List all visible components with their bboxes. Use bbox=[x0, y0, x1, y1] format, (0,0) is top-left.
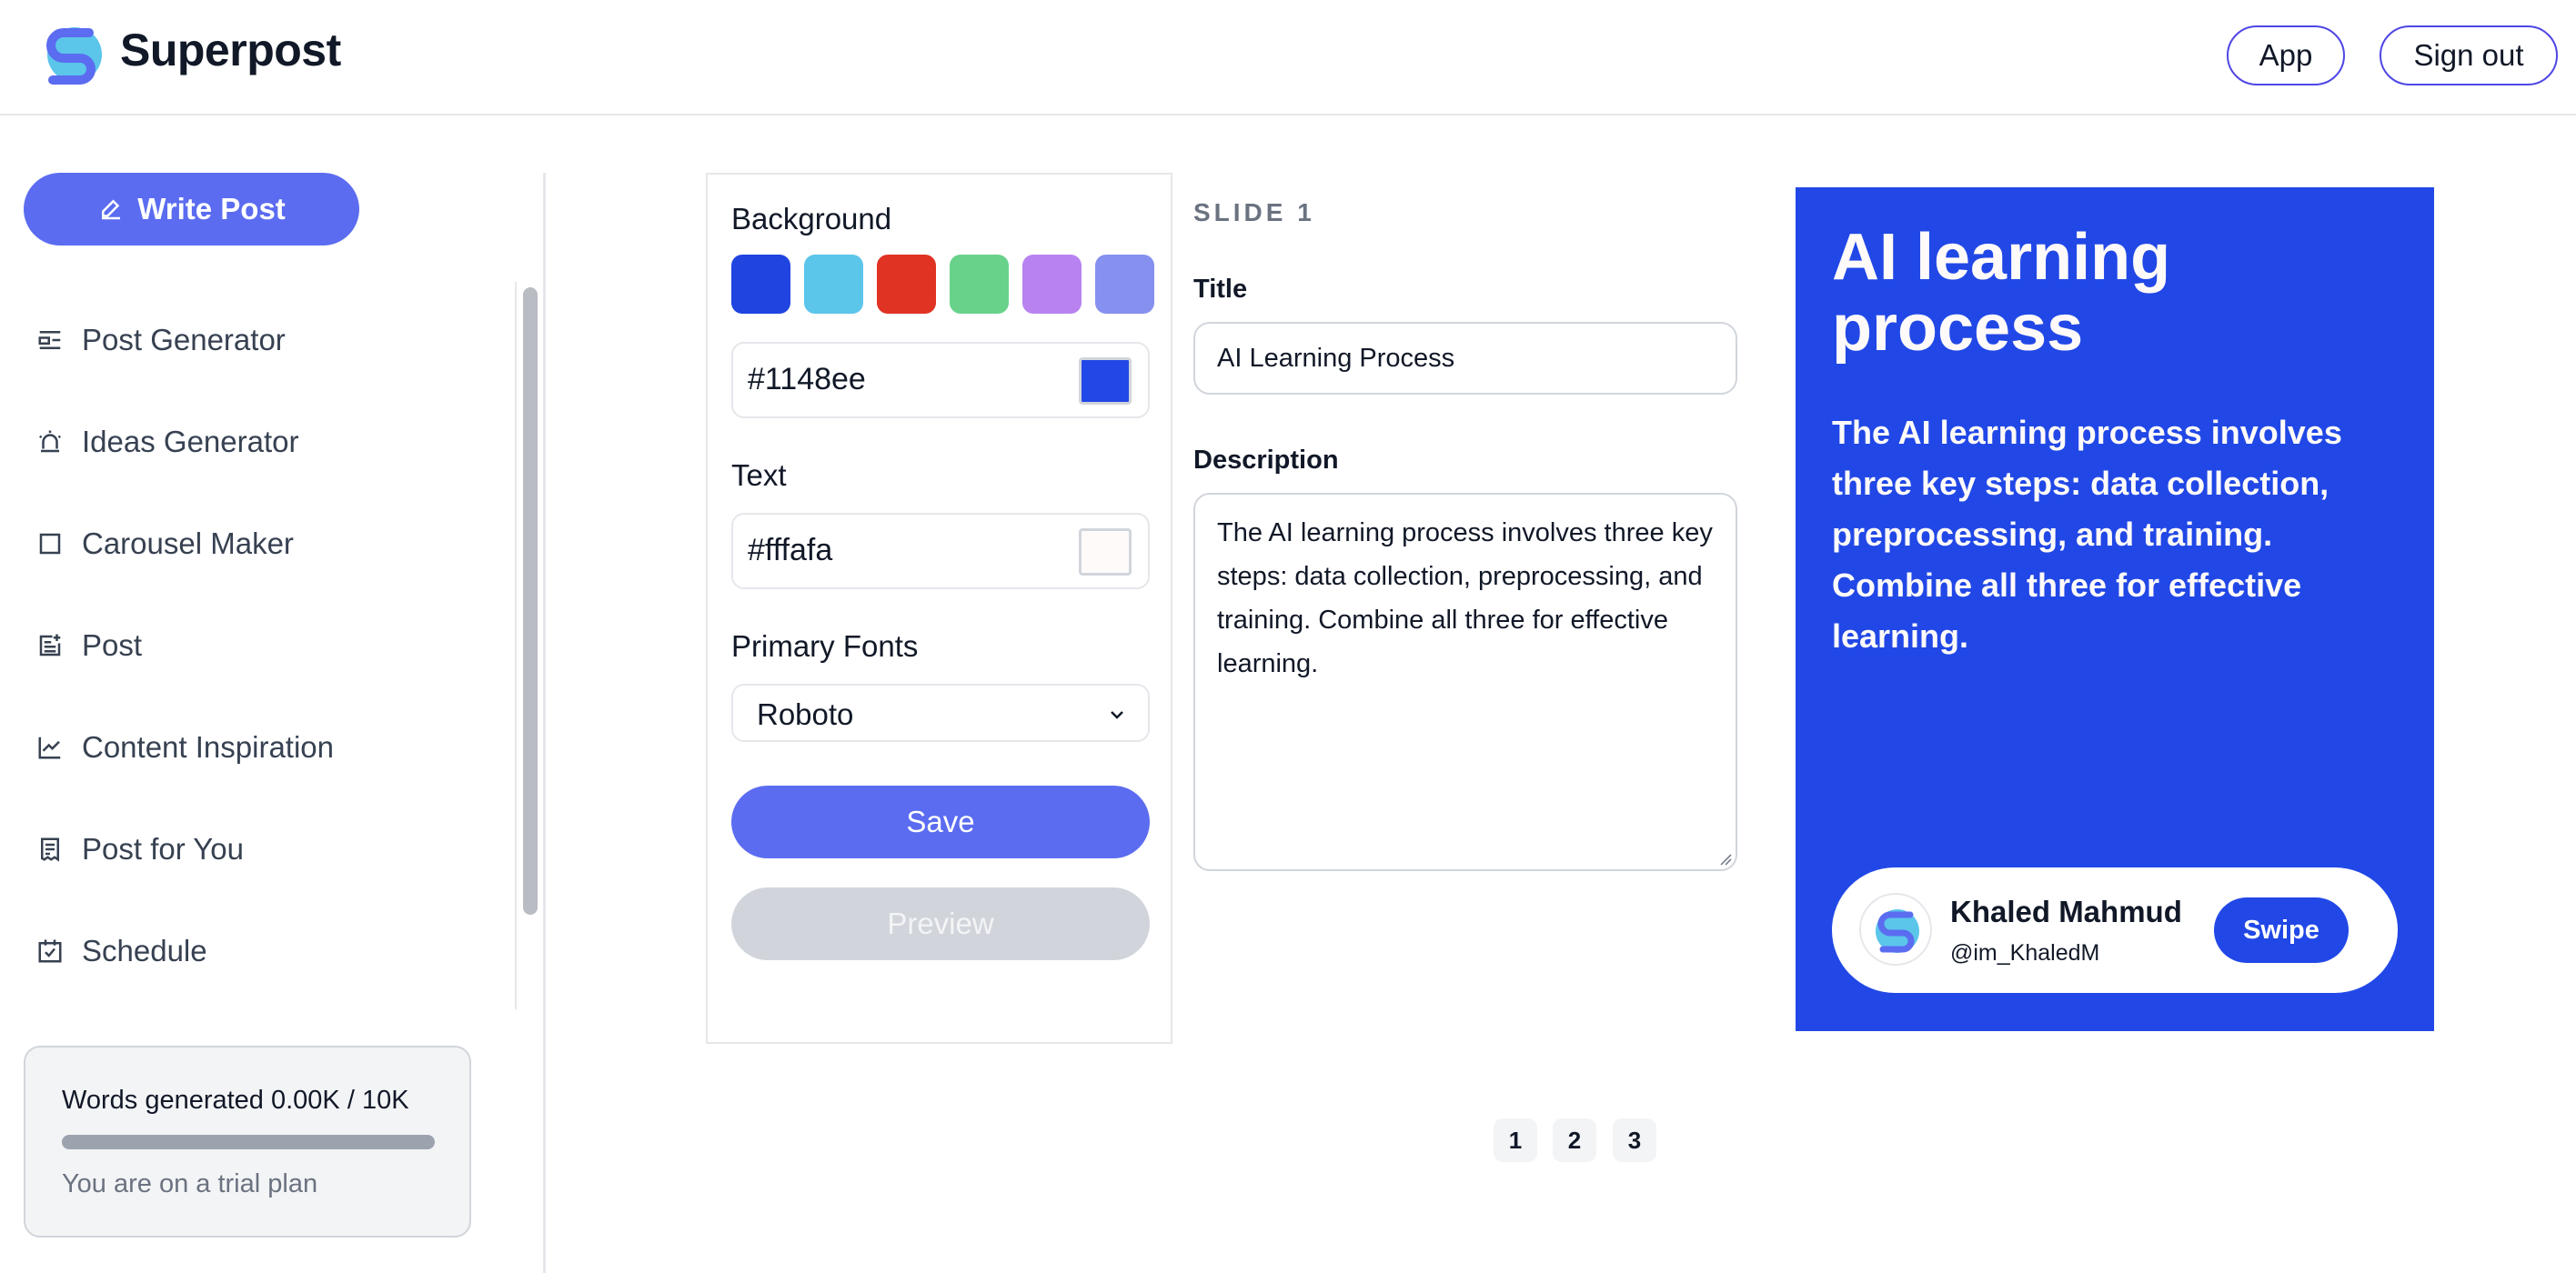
sidebar-item-schedule[interactable]: Schedule bbox=[36, 924, 207, 978]
receipt-icon bbox=[41, 837, 59, 862]
swatch-periwinkle[interactable] bbox=[1095, 255, 1154, 314]
slide-description: The AI learning process involves three k… bbox=[1832, 414, 2342, 655]
write-post-button[interactable]: Write Post bbox=[24, 173, 359, 246]
title-input-value[interactable]: AI Learning Process bbox=[1217, 344, 1454, 374]
background-color-picker[interactable] bbox=[1079, 357, 1132, 405]
slide-title: AI learning process bbox=[1832, 221, 2171, 365]
trial-plan-text: You are on a trial plan bbox=[62, 1169, 318, 1198]
brand-name: Superpost bbox=[120, 25, 341, 75]
calendar-check-icon bbox=[38, 939, 62, 963]
save-button[interactable]: Save bbox=[731, 786, 1150, 858]
superpost-logo-icon bbox=[1876, 909, 1919, 953]
author-card: Khaled Mahmud @im_KhaledM Swipe bbox=[1832, 867, 2398, 993]
words-generated-text: Words generated 0.00K / 10K bbox=[62, 1086, 409, 1115]
app-button[interactable]: App bbox=[2227, 25, 2345, 85]
title-label: Title bbox=[1193, 275, 1248, 304]
page-3-button[interactable]: 3 bbox=[1613, 1118, 1656, 1162]
sidebar-divider bbox=[543, 173, 546, 1273]
sidebar-item-label: Post bbox=[82, 628, 143, 662]
post-add-icon bbox=[39, 634, 61, 657]
sidebar-item-label: Post Generator bbox=[82, 323, 286, 356]
text-color-field[interactable]: #fffafa bbox=[731, 513, 1150, 589]
description-label: Description bbox=[1193, 446, 1339, 475]
background-color-value[interactable]: #1148ee bbox=[748, 362, 866, 397]
swatch-light-blue[interactable] bbox=[804, 255, 863, 314]
chevron-down-icon bbox=[1111, 711, 1123, 719]
usage-card: Words generated 0.00K / 10K You are on a… bbox=[24, 1046, 471, 1238]
write-post-label: Write Post bbox=[137, 192, 286, 226]
sidebar-item-label: Ideas Generator bbox=[82, 425, 299, 458]
swipe-button[interactable]: Swipe bbox=[2214, 897, 2349, 963]
sidebar-item-ideas-generator[interactable]: Ideas Generator bbox=[36, 415, 298, 469]
top-header: Superpost App Sign out bbox=[0, 0, 2576, 115]
sidebar-scrollbar-thumb[interactable] bbox=[523, 287, 538, 915]
background-color-field[interactable]: #1148ee bbox=[731, 342, 1150, 418]
avatar bbox=[1859, 893, 1932, 966]
alarm-light-icon bbox=[39, 430, 61, 453]
background-swatches bbox=[731, 255, 1154, 314]
page-2-button[interactable]: 2 bbox=[1553, 1118, 1596, 1162]
text-color-label: Text bbox=[731, 458, 787, 492]
swatch-red[interactable] bbox=[877, 255, 936, 314]
background-label: Background bbox=[731, 202, 892, 236]
superpost-logo[interactable] bbox=[40, 20, 107, 89]
page-1-button[interactable]: 1 bbox=[1494, 1118, 1537, 1162]
sidebar-item-label: Post for You bbox=[82, 832, 244, 866]
preview-button[interactable]: Preview bbox=[731, 887, 1150, 960]
pencil-icon bbox=[102, 199, 121, 220]
resize-handle-icon[interactable] bbox=[1719, 853, 1732, 866]
square-icon bbox=[39, 533, 61, 555]
text-color-value[interactable]: #fffafa bbox=[748, 533, 832, 568]
description-textarea[interactable]: The AI learning process involves three k… bbox=[1193, 493, 1737, 871]
slide-number-label: SLIDE 1 bbox=[1193, 198, 1315, 226]
sidebar-item-post-for-you[interactable]: Post for You bbox=[36, 822, 244, 877]
style-settings-panel: Background #1148ee Text #fffafa Primary … bbox=[706, 173, 1172, 1044]
primary-fonts-label: Primary Fonts bbox=[731, 629, 919, 663]
swatch-blue[interactable] bbox=[731, 255, 790, 314]
font-select-value: Roboto bbox=[757, 697, 854, 731]
title-input[interactable]: AI Learning Process bbox=[1193, 322, 1737, 395]
sidebar-item-carousel-maker[interactable]: Carousel Maker bbox=[36, 516, 294, 571]
description-textarea-value[interactable]: The AI learning process involves three k… bbox=[1217, 511, 1723, 686]
carousel-slide-preview: AI learning process The AI learning proc… bbox=[1796, 187, 2434, 1031]
sidebar-item-post[interactable]: Post bbox=[36, 618, 142, 673]
sidebar-item-label: Content Inspiration bbox=[82, 730, 335, 764]
sidebar-item-label: Schedule bbox=[82, 934, 207, 967]
sign-out-button[interactable]: Sign out bbox=[2380, 25, 2558, 85]
sidebar-item-post-generator[interactable]: Post Generator bbox=[36, 313, 286, 367]
post-generator-icon bbox=[38, 331, 61, 349]
swatch-purple[interactable] bbox=[1022, 255, 1082, 314]
author-name: Khaled Mahmud bbox=[1950, 895, 2182, 928]
line-chart-icon bbox=[38, 737, 61, 759]
author-handle: @im_KhaledM bbox=[1950, 940, 2100, 966]
sidebar-item-label: Carousel Maker bbox=[82, 526, 294, 560]
swatch-green[interactable] bbox=[950, 255, 1009, 314]
usage-progress-bar bbox=[62, 1135, 435, 1149]
text-color-picker[interactable] bbox=[1079, 528, 1132, 576]
sidebar-item-content-inspiration[interactable]: Content Inspiration bbox=[36, 720, 334, 775]
font-select[interactable]: Roboto bbox=[731, 684, 1150, 742]
